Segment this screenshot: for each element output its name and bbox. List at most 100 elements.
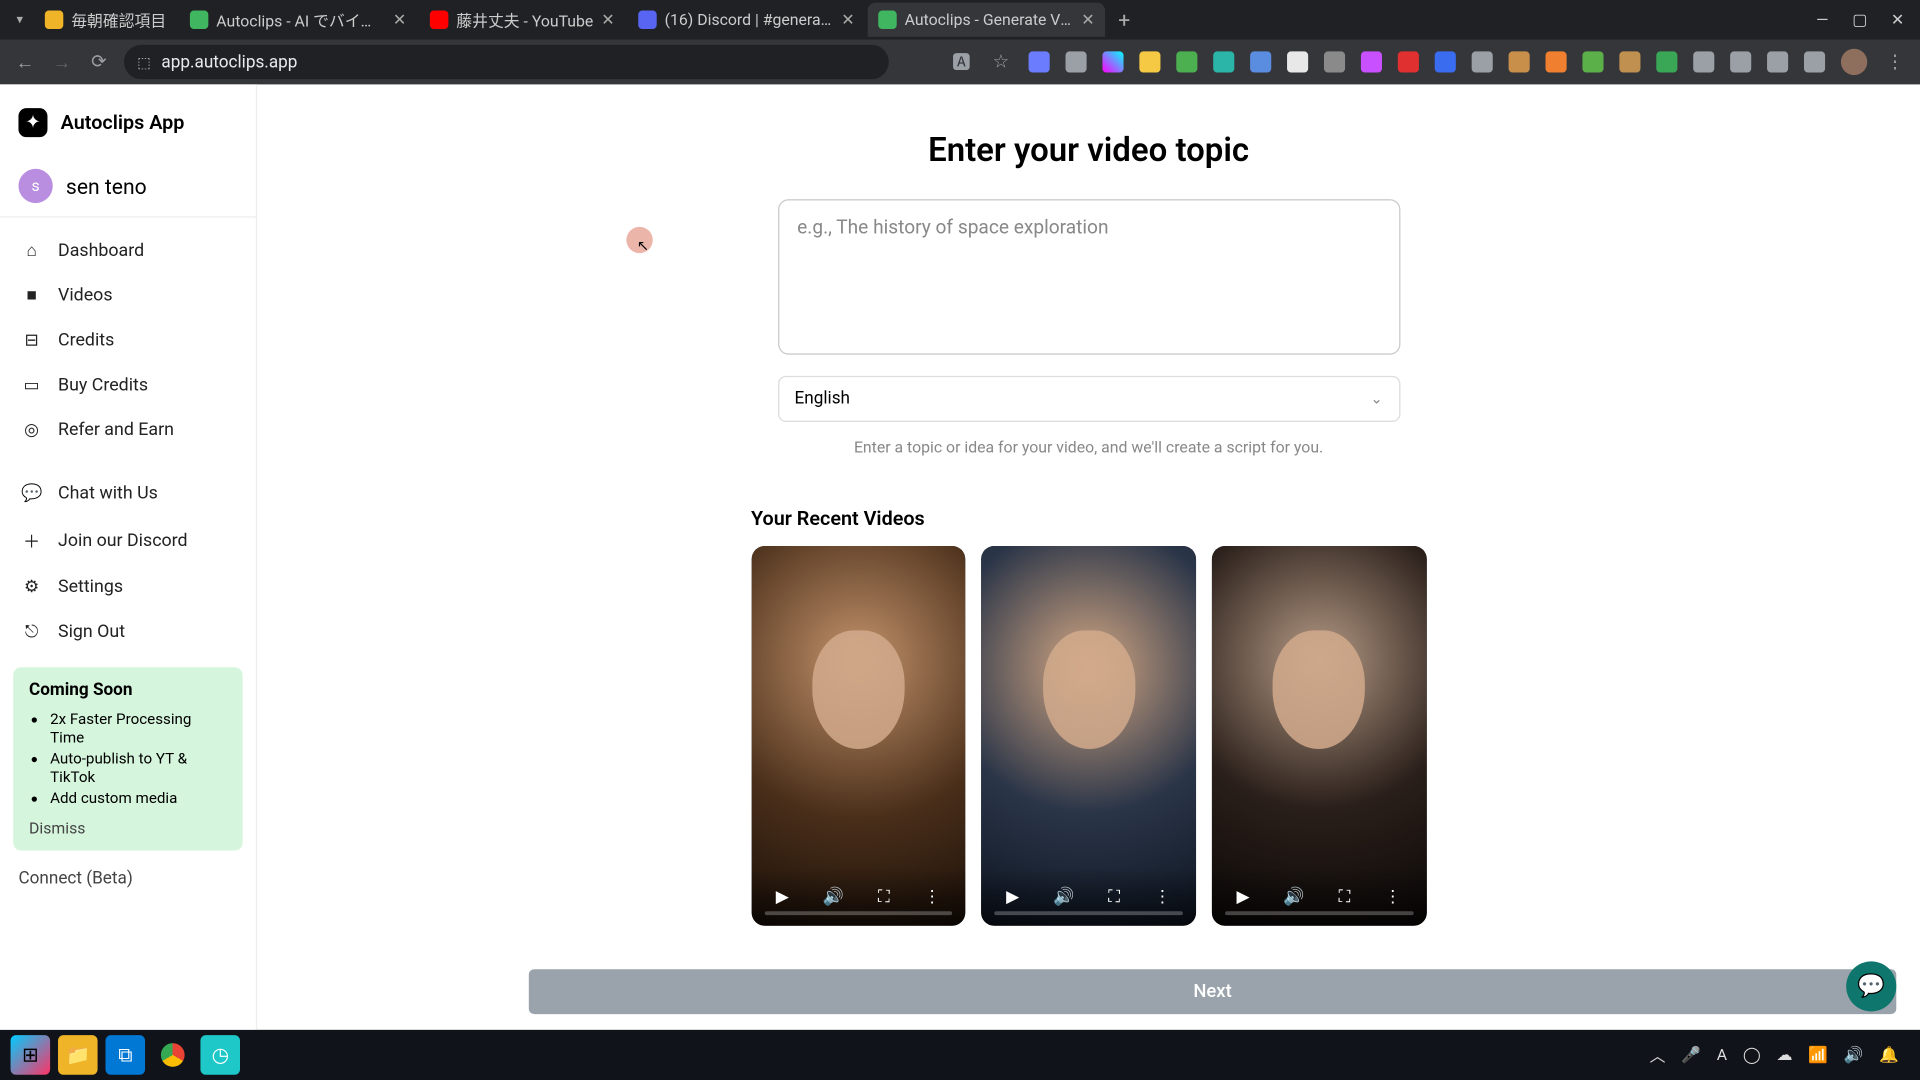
extension-icon[interactable] [1213, 51, 1234, 72]
extension-icon[interactable] [1546, 51, 1567, 72]
extension-icon[interactable] [1730, 51, 1751, 72]
new-tab-button[interactable]: + [1108, 7, 1141, 32]
side-panel-icon[interactable] [1804, 51, 1825, 72]
video-card[interactable]: ▶ 🔊 ⛶ ⋮ [981, 546, 1196, 926]
extension-icon[interactable] [1324, 51, 1345, 72]
extension-icon[interactable] [1029, 51, 1050, 72]
home-icon: ⌂ [21, 240, 42, 261]
dismiss-button[interactable]: Dismiss [29, 819, 227, 837]
play-icon[interactable]: ▶ [1006, 887, 1019, 907]
site-info-icon[interactable]: ⬚ [137, 53, 151, 70]
extension-icon[interactable] [1102, 51, 1123, 72]
extensions-menu-icon[interactable] [1767, 51, 1788, 72]
extension-icon[interactable] [1361, 51, 1382, 72]
tray-ime-icon[interactable]: A [1717, 1046, 1727, 1064]
more-icon[interactable]: ⋮ [1154, 887, 1171, 907]
sidebar-item-chat[interactable]: 💬Chat with Us [0, 471, 256, 516]
video-card[interactable]: ▶ 🔊 ⛶ ⋮ [751, 546, 966, 926]
tab-item[interactable]: 毎朝確認項目 [34, 3, 176, 37]
sidebar-item-refer[interactable]: ◎Refer and Earn [0, 407, 256, 452]
chat-fab[interactable]: 💬 [1846, 961, 1896, 1011]
maximize-button[interactable]: ▢ [1852, 11, 1867, 29]
promo-item: Auto-publish to YT & TikTok [50, 748, 227, 788]
close-icon[interactable]: ✕ [841, 11, 854, 29]
taskbar-app-vscode[interactable]: ⧉ [105, 1035, 145, 1075]
extension-icon[interactable] [1619, 51, 1640, 72]
promo-title: Coming Soon [29, 680, 227, 700]
minimize-button[interactable]: — [1816, 11, 1828, 29]
extension-icon[interactable] [1656, 51, 1677, 72]
logo-icon: ✦ [18, 108, 47, 137]
user-profile[interactable]: s sen teno [0, 156, 256, 218]
extension-icon[interactable] [1509, 51, 1530, 72]
back-button[interactable]: ← [13, 51, 37, 73]
translate-icon[interactable]: 🅰 [949, 49, 973, 75]
progress-bar[interactable] [1225, 911, 1413, 915]
progress-bar[interactable] [995, 911, 1183, 915]
extension-icon[interactable] [1582, 51, 1603, 72]
extension-icon[interactable] [1693, 51, 1714, 72]
url-input[interactable]: ⬚ app.autoclips.app [124, 45, 889, 79]
tab-item[interactable]: Autoclips - AI でバイラルショート動✕ [179, 3, 416, 37]
promo-item: 2x Faster Processing Time [50, 708, 227, 748]
tray-help-icon[interactable]: ◯ [1743, 1046, 1761, 1064]
close-icon[interactable]: ✕ [393, 11, 406, 29]
taskbar-app[interactable]: ◷ [200, 1035, 240, 1075]
sidebar-item-discord[interactable]: ＋Join our Discord [0, 516, 256, 565]
tab-item-active[interactable]: Autoclips - Generate Viral TikT✕ [868, 3, 1105, 37]
extension-icon[interactable] [1435, 51, 1456, 72]
close-icon[interactable]: ✕ [1081, 11, 1094, 29]
bookmark-icon[interactable]: ☆ [989, 51, 1013, 72]
taskbar-app-chrome[interactable] [153, 1035, 193, 1075]
sidebar-item-dashboard[interactable]: ⌂Dashboard [0, 228, 256, 273]
chrome-menu-button[interactable]: ⋮ [1883, 51, 1907, 72]
start-button[interactable]: ⊞ [11, 1035, 51, 1075]
close-icon[interactable]: ✕ [601, 11, 614, 29]
tab-item[interactable]: (16) Discord | #general | Autoc✕ [628, 3, 865, 37]
extension-icon[interactable] [1250, 51, 1271, 72]
connect-button[interactable]: Connect (Beta) [0, 861, 256, 897]
tray-mic-icon[interactable]: 🎤 [1681, 1046, 1701, 1064]
close-window-button[interactable]: ✕ [1891, 11, 1904, 29]
extension-icon[interactable] [1398, 51, 1419, 72]
tray-onedrive-icon[interactable]: ☁ [1776, 1046, 1792, 1064]
tab-item[interactable]: 藤井丈夫 - YouTube✕ [419, 3, 625, 37]
tray-wifi-icon[interactable]: 📶 [1808, 1046, 1828, 1064]
more-icon[interactable]: ⋮ [1384, 887, 1401, 907]
next-button[interactable]: Next [529, 969, 1896, 1014]
topic-card: Enter your video topic English ⌄ Enter a… [751, 105, 1426, 480]
extension-icon[interactable] [1139, 51, 1160, 72]
extension-icon[interactable] [1287, 51, 1308, 72]
app-logo[interactable]: ✦ Autoclips App [0, 100, 256, 155]
volume-icon[interactable]: 🔊 [1283, 887, 1304, 907]
extension-icon[interactable] [1176, 51, 1197, 72]
sidebar-item-videos[interactable]: ■Videos [0, 273, 256, 318]
tray-volume-icon[interactable]: 🔊 [1844, 1046, 1864, 1064]
sidebar-item-settings[interactable]: ⚙Settings [0, 564, 256, 609]
volume-icon[interactable]: 🔊 [823, 887, 844, 907]
progress-bar[interactable] [764, 911, 952, 915]
play-icon[interactable]: ▶ [1236, 887, 1249, 907]
tab-dropdown-button[interactable]: ▾ [8, 8, 32, 32]
sidebar-item-credits[interactable]: ⊟Credits [0, 318, 256, 363]
play-icon[interactable]: ▶ [776, 887, 789, 907]
fullscreen-icon[interactable]: ⛶ [1108, 887, 1120, 907]
language-select[interactable]: English ⌄ [777, 376, 1399, 422]
reload-button[interactable]: ⟳ [87, 51, 111, 72]
tray-chevron-icon[interactable]: ︿ [1650, 1044, 1666, 1066]
profile-avatar[interactable] [1841, 49, 1867, 75]
forward-button[interactable]: → [50, 51, 74, 73]
fullscreen-icon[interactable]: ⛶ [878, 887, 890, 907]
sidebar-item-buy-credits[interactable]: ▭Buy Credits [0, 363, 256, 408]
video-controls: ▶ 🔊 ⛶ ⋮ [751, 868, 966, 926]
topic-input[interactable] [777, 199, 1399, 355]
taskbar-app-explorer[interactable]: 📁 [58, 1035, 98, 1075]
extension-icon[interactable] [1472, 51, 1493, 72]
fullscreen-icon[interactable]: ⛶ [1339, 887, 1351, 907]
video-card[interactable]: ▶ 🔊 ⛶ ⋮ [1212, 546, 1427, 926]
volume-icon[interactable]: 🔊 [1053, 887, 1074, 907]
sidebar-item-signout[interactable]: ⎋Sign Out [0, 609, 256, 654]
more-icon[interactable]: ⋮ [924, 887, 941, 907]
tray-notifications-icon[interactable]: 🔔 [1879, 1046, 1899, 1064]
extension-icon[interactable] [1066, 51, 1087, 72]
